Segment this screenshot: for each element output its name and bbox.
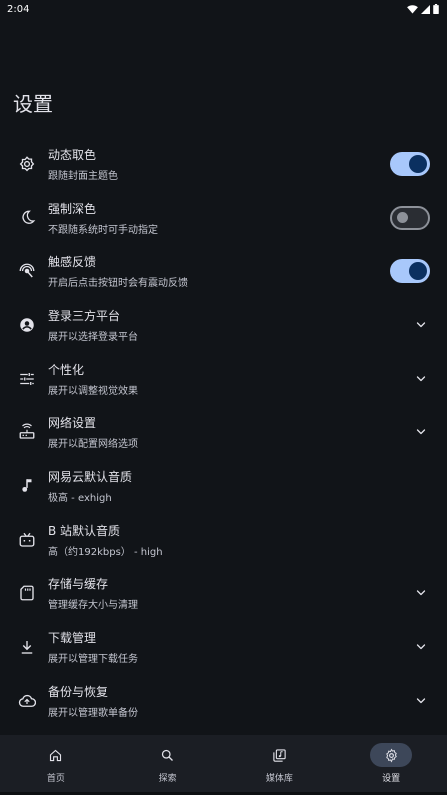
setting-text: 网络设置展开以配置网络选项 [48, 414, 415, 450]
setting-subtitle: 展开以管理下载任务 [48, 654, 138, 666]
chevron-down-icon [416, 375, 426, 381]
toggle-knob [409, 154, 427, 173]
setting-title: 网络设置 [48, 416, 97, 431]
setting-title: 动态取色 [48, 147, 97, 162]
setting-title: 存储与缓存 [48, 577, 109, 592]
status-icons [407, 4, 439, 14]
download-icon [18, 638, 36, 656]
setting-title: 强制深色 [48, 201, 97, 216]
setting-title: 网易云默认音质 [48, 469, 133, 484]
sd-card-icon [18, 584, 36, 602]
chevron-down-icon [416, 698, 426, 703]
setting-row-download-manager[interactable]: 下载管理展开以管理下载任务 [0, 620, 447, 674]
library-music-icon [258, 743, 300, 767]
setting-title: B 站默认音质 [48, 523, 121, 538]
bottom-navigation: 首页 探索 媒体库 设置 [0, 735, 447, 795]
dynamic-color-toggle[interactable] [390, 151, 430, 176]
setting-subtitle: 展开以配置网络选项 [48, 439, 138, 451]
nav-item-explore[interactable]: 探索 [123, 743, 213, 784]
setting-text: 备份与恢复展开以管理歌单备份 [48, 683, 415, 719]
nav-label: 首页 [46, 774, 65, 784]
nav-item-home[interactable]: 首页 [11, 743, 101, 784]
haptic-feedback-toggle[interactable] [390, 259, 430, 284]
brightness-auto-icon [18, 155, 36, 173]
nav-label: 探索 [158, 774, 177, 784]
setting-row-bilibili-quality[interactable]: B 站默认音质高（约192kbps） - high [0, 513, 447, 567]
setting-title: 下载管理 [48, 631, 97, 646]
chevron-down-icon [416, 644, 426, 650]
setting-text: 登录三方平台展开以选择登录平台 [48, 307, 415, 343]
status-bar: 2:04 [0, 0, 447, 18]
chevron-down-icon [416, 322, 426, 328]
account-circle-icon [18, 316, 36, 334]
setting-row-backup-restore[interactable]: 备份与恢复展开以管理歌单备份 [0, 674, 447, 728]
search-icon [147, 743, 189, 767]
setting-title: 个性化 [48, 362, 85, 377]
cloud-upload-icon [18, 692, 36, 710]
setting-title: 触感反馈 [48, 255, 97, 270]
setting-text: 触感反馈开启后点击按钮时会有震动反馈 [48, 253, 390, 289]
setting-row-personalize[interactable]: 个性化展开以调整视觉效果 [0, 352, 447, 406]
bilibili-icon [18, 531, 36, 549]
setting-text: 网易云默认音质 极高 - exhigh [48, 468, 430, 504]
settings-list: 动态取色跟随封面主题色 强制深色不跟随系统时可手动指定 触感反馈开启后点击按钮时会有… [0, 137, 447, 728]
setting-row-network[interactable]: 网络设置展开以配置网络选项 [0, 405, 447, 459]
setting-title: 备份与恢复 [48, 684, 109, 699]
page-title: 设置 [13, 92, 53, 116]
gear-icon [370, 743, 413, 767]
nav-item-library[interactable]: 媒体库 [234, 743, 324, 784]
setting-text: B 站默认音质高（约192kbps） - high [48, 522, 430, 558]
setting-row-force-dark[interactable]: 强制深色不跟随系统时可手动指定 [0, 191, 447, 245]
setting-row-dynamic-color[interactable]: 动态取色跟随封面主题色 [0, 137, 447, 191]
setting-subtitle: 展开以管理歌单备份 [48, 707, 138, 719]
router-icon [18, 423, 36, 441]
status-time: 2:04 [7, 3, 30, 15]
wifi-icon [407, 4, 418, 14]
setting-subtitle: 极高 - exhigh [48, 492, 112, 504]
cell-signal-icon [421, 4, 430, 14]
setting-subtitle: 开启后点击按钮时会有震动反馈 [48, 278, 188, 290]
setting-text: 存储与缓存管理缓存大小与清理 [48, 575, 415, 611]
setting-title: 登录三方平台 [48, 308, 121, 323]
setting-text: 动态取色跟随封面主题色 [48, 146, 390, 182]
battery-icon [433, 4, 439, 14]
setting-row-haptic-feedback[interactable]: 触感反馈开启后点击按钮时会有震动反馈 [0, 244, 447, 298]
setting-text: 下载管理展开以管理下载任务 [48, 629, 415, 665]
moon-icon [18, 209, 36, 227]
chevron-down-icon [416, 429, 426, 435]
tune-icon [18, 370, 36, 388]
touch-icon [18, 262, 36, 280]
nav-label: 设置 [382, 774, 401, 784]
setting-row-netease-quality[interactable]: 网易云默认音质 极高 - exhigh [0, 459, 447, 513]
home-icon [35, 743, 77, 767]
setting-text: 强制深色不跟随系统时可手动指定 [48, 200, 390, 236]
setting-subtitle: 跟随封面主题色 [48, 170, 118, 182]
setting-row-third-party-login[interactable]: 登录三方平台展开以选择登录平台 [0, 298, 447, 352]
setting-subtitle: 管理缓存大小与清理 [48, 600, 138, 612]
chevron-down-icon [416, 590, 426, 596]
music-note-icon [18, 477, 36, 495]
toggle-knob [409, 262, 427, 281]
setting-row-storage-cache[interactable]: 存储与缓存管理缓存大小与清理 [0, 567, 447, 621]
toggle-knob [397, 212, 408, 224]
setting-subtitle: 不跟随系统时可手动指定 [48, 224, 158, 236]
setting-subtitle: 展开以选择登录平台 [48, 331, 138, 343]
nav-item-settings[interactable]: 设置 [346, 743, 436, 784]
setting-text: 个性化展开以调整视觉效果 [48, 361, 415, 397]
setting-subtitle: 展开以调整视觉效果 [48, 385, 138, 397]
nav-label: 媒体库 [265, 774, 293, 784]
setting-subtitle: 高（约192kbps） - high [48, 546, 163, 558]
force-dark-toggle[interactable] [390, 205, 430, 230]
